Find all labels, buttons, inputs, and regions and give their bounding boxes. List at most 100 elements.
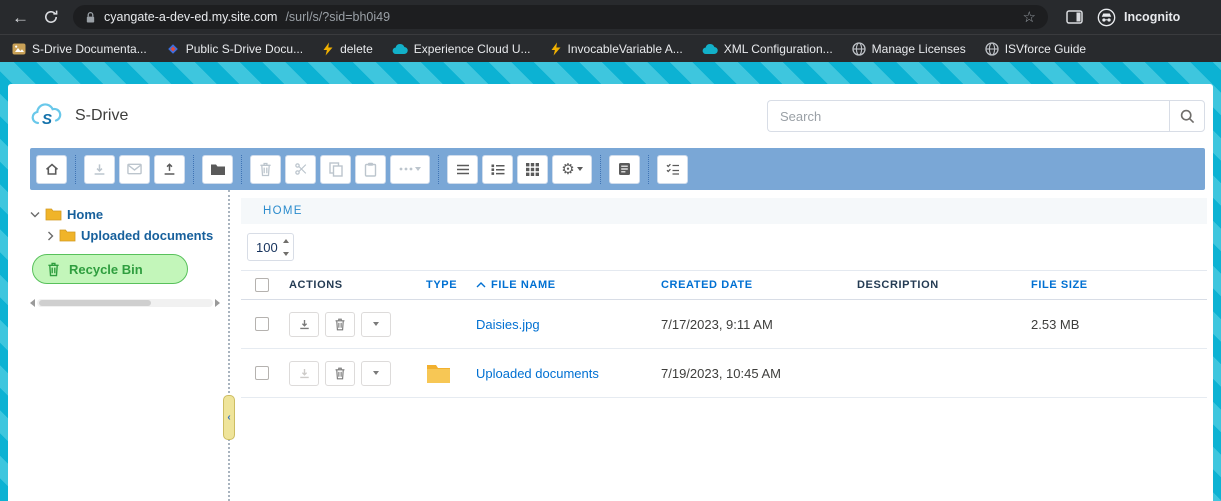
- trash-icon: [47, 262, 60, 277]
- chevron-down-icon[interactable]: [30, 211, 40, 218]
- svg-text:S: S: [42, 111, 52, 128]
- bookmark-label: Public S-Drive Docu...: [186, 42, 303, 56]
- download-icon: [298, 318, 311, 331]
- cloud-icon: [392, 43, 408, 55]
- toolbar-email-button[interactable]: [119, 155, 150, 184]
- app-header: S S-Drive: [8, 84, 1213, 148]
- page-fold: [421, 317, 428, 324]
- search-icon: [1180, 109, 1195, 124]
- tree-horizontal-scrollbar[interactable]: [30, 298, 220, 308]
- bookmark-isvforce-guide[interactable]: ISVforce Guide: [985, 42, 1086, 56]
- column-header-description: DESCRIPTION: [849, 279, 1024, 291]
- pinwheel-icon: [166, 42, 180, 56]
- breadcrumb-home[interactable]: HOME: [263, 205, 303, 217]
- row-checkbox[interactable]: [255, 317, 269, 331]
- search-input[interactable]: [767, 100, 1169, 132]
- refresh-icon[interactable]: [43, 9, 59, 25]
- toolbar-upload-button[interactable]: [154, 155, 185, 184]
- toolbar-new-folder-button[interactable]: [202, 155, 233, 184]
- column-header-file-size[interactable]: FILE SIZE: [1024, 279, 1207, 291]
- toolbar-more-actions-button[interactable]: [390, 155, 430, 184]
- toolbar-checklist-button[interactable]: [657, 155, 688, 184]
- document-icon: [618, 162, 631, 176]
- chevron-right-icon[interactable]: [47, 231, 54, 241]
- folder-icon: [45, 208, 62, 221]
- scroll-right-icon[interactable]: [215, 299, 220, 307]
- bookmark-label: S-Drive Documenta...: [32, 42, 147, 56]
- column-header-file-name[interactable]: FILE NAME: [469, 279, 654, 291]
- page-size-value[interactable]: 100: [248, 234, 278, 260]
- tree-item-home[interactable]: Home: [30, 204, 228, 225]
- bookmark-sdrive-documentation[interactable]: S-Drive Documenta...: [12, 42, 147, 56]
- trash-icon: [334, 318, 346, 331]
- toolbar-copy-button[interactable]: [320, 155, 351, 184]
- page-size-stepper[interactable]: 100: [247, 233, 294, 261]
- stepper-down-icon[interactable]: [278, 247, 293, 260]
- panel-separator: ‹: [228, 190, 241, 501]
- picture-icon: [12, 42, 26, 56]
- row-delete-button[interactable]: [325, 312, 355, 337]
- bookmark-label: delete: [340, 42, 373, 56]
- bookmark-star-icon[interactable]: ☆: [1023, 10, 1036, 25]
- toolbar-settings-button[interactable]: ⚙: [552, 155, 592, 184]
- row-download-button[interactable]: [289, 312, 319, 337]
- search-button[interactable]: [1169, 100, 1205, 132]
- file-type-cell: [426, 363, 469, 384]
- incognito-profile-chip[interactable]: Incognito: [1097, 8, 1180, 27]
- tree-item-label: Uploaded documents: [81, 228, 213, 243]
- sdrive-logo-icon: S: [30, 103, 66, 129]
- tree-item-uploaded-documents[interactable]: Uploaded documents: [47, 225, 228, 246]
- toolbar-cut-button[interactable]: [285, 155, 316, 184]
- toolbar-detail-view-button[interactable]: [482, 155, 513, 184]
- grid-view-icon: [526, 163, 539, 176]
- row-delete-button[interactable]: [325, 361, 355, 386]
- content-area: Home Uploaded documents Recycle Bin: [8, 190, 1213, 501]
- breadcrumb[interactable]: HOME: [241, 198, 1207, 224]
- created-date-cell: 7/19/2023, 10:45 AM: [654, 366, 849, 381]
- chevron-down-icon: [373, 322, 379, 326]
- bookmark-delete[interactable]: delete: [322, 42, 373, 56]
- row-more-button[interactable]: [361, 312, 391, 337]
- row-download-button[interactable]: [289, 361, 319, 386]
- column-header-type[interactable]: TYPE: [419, 279, 469, 291]
- folder-icon: [59, 229, 76, 242]
- toolbar-report-button[interactable]: [609, 155, 640, 184]
- home-icon: [44, 161, 60, 177]
- bookmark-manage-licenses[interactable]: Manage Licenses: [852, 42, 966, 56]
- recycle-bin-button[interactable]: Recycle Bin: [32, 254, 188, 284]
- scroll-left-icon[interactable]: [30, 299, 35, 307]
- address-bar[interactable]: cyangate-a-dev-ed.my.site.com/surl/s/?si…: [73, 5, 1048, 29]
- bookmark-xml-configuration[interactable]: XML Configuration...: [702, 42, 833, 56]
- upload-icon: [162, 162, 177, 177]
- select-all-checkbox[interactable]: [255, 278, 269, 292]
- file-name-link[interactable]: Uploaded documents: [469, 366, 654, 381]
- toolbar-grid-view-button[interactable]: [517, 155, 548, 184]
- toolbar-download-button[interactable]: [84, 155, 115, 184]
- scrollbar-track[interactable]: [37, 299, 213, 307]
- toolbar-list-view-button[interactable]: [447, 155, 478, 184]
- bookmark-public-sdrive-docs[interactable]: Public S-Drive Docu...: [166, 42, 303, 56]
- collapse-panel-handle[interactable]: ‹: [223, 395, 235, 440]
- side-panel-icon[interactable]: [1066, 10, 1083, 24]
- table-header-row: ACTIONS TYPE FILE NAME CREATED DATE DESC…: [241, 270, 1207, 300]
- column-header-created-date[interactable]: CREATED DATE: [654, 279, 849, 291]
- bookmark-experience-cloud[interactable]: Experience Cloud U...: [392, 42, 531, 56]
- file-type-badge: JPG: [430, 322, 444, 329]
- back-icon[interactable]: ←: [12, 9, 29, 26]
- toolbar-delete-button[interactable]: [250, 155, 281, 184]
- toolbar-separator: [75, 155, 76, 184]
- bookmark-label: InvocableVariable A...: [568, 42, 683, 56]
- toolbar-home-button[interactable]: [36, 155, 67, 184]
- toolbar-separator: [193, 155, 194, 184]
- file-name-link[interactable]: Daisies.jpg: [469, 317, 654, 332]
- bookmark-invocable-variable[interactable]: InvocableVariable A...: [550, 42, 683, 56]
- row-more-button[interactable]: [361, 361, 391, 386]
- toolbar-paste-button[interactable]: [355, 155, 386, 184]
- search-group: [767, 100, 1205, 132]
- recycle-bin-label: Recycle Bin: [69, 262, 143, 277]
- scrollbar-thumb[interactable]: [39, 300, 151, 306]
- detail-view-icon: [491, 164, 505, 175]
- row-checkbox[interactable]: [255, 366, 269, 380]
- clipboard-icon: [364, 162, 377, 177]
- stepper-up-icon[interactable]: [278, 234, 293, 247]
